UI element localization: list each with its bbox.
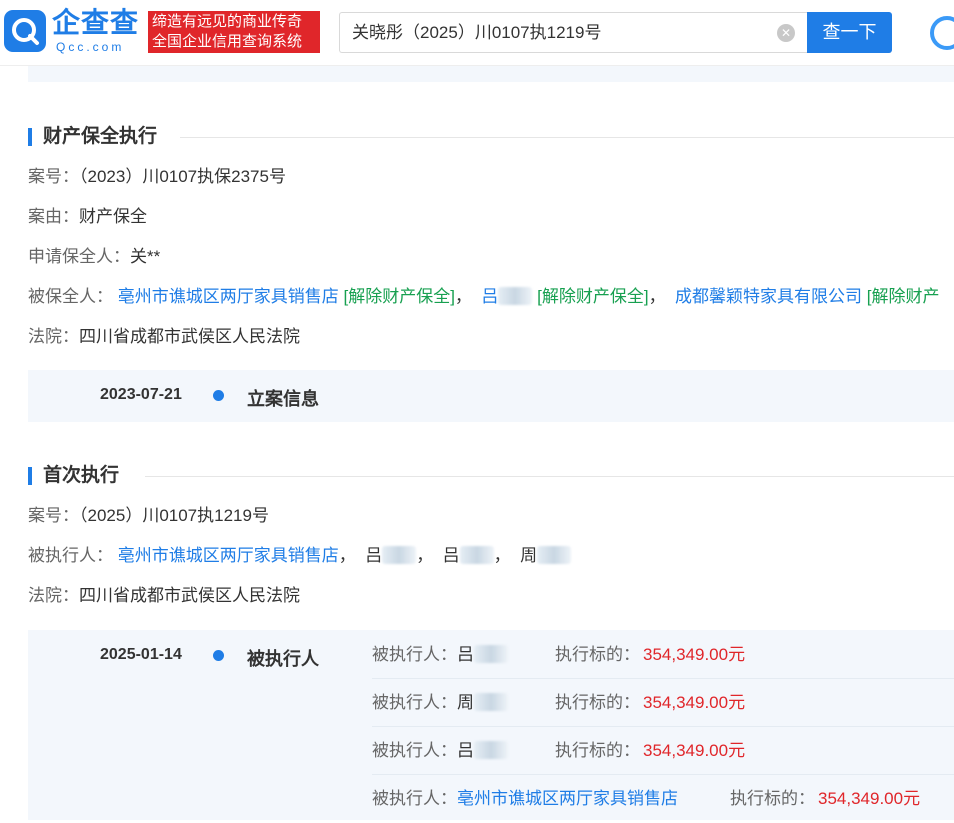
redacted-name: [498, 287, 533, 305]
redacted-name: [459, 546, 494, 564]
court-name: 四川省成都市武侯区人民法院: [79, 327, 300, 346]
slogan-line-2: 全国企业信用查询系统: [152, 33, 303, 50]
separator: ，: [454, 287, 472, 306]
executed-name: 周: [520, 546, 538, 565]
logo-subtext: Qcc.com: [56, 40, 125, 54]
amount-label: 执行标的：: [555, 693, 640, 712]
case-cause-row: 案由：财产保全: [28, 205, 147, 229]
amount-value: 354,349.00元: [818, 789, 921, 808]
amount-value: 354,349.00元: [643, 693, 746, 712]
executed-name: 周: [457, 693, 474, 712]
timeline-title: 立案信息: [247, 389, 319, 409]
case-number-label: 案号：: [28, 167, 79, 186]
amount-label: 执行标的：: [730, 789, 815, 808]
clear-icon[interactable]: ✕: [777, 24, 795, 42]
search-input[interactable]: 关晓彤（2025）川0107执1219号: [352, 13, 601, 52]
court-label: 法院：: [28, 586, 79, 605]
execution-detail-row: 被执行人：吕 执行标的： 354,349.00元: [372, 631, 954, 679]
redacted-name: [474, 645, 508, 663]
case-number: （2023）川0107执保2375号: [79, 167, 286, 186]
slogan-line-1: 缔造有远见的商业传奇: [152, 13, 303, 30]
case-cause: 财产保全: [79, 207, 147, 226]
separator: ，: [648, 287, 666, 306]
search-button[interactable]: 查一下: [807, 12, 892, 53]
case-number-label: 案号：: [28, 506, 79, 525]
previous-panel-strip: [28, 66, 954, 82]
executed-label: 被执行人：: [372, 789, 457, 808]
section-title-property-preservation: 财产保全执行: [28, 125, 157, 149]
amount-value: 354,349.00元: [643, 741, 746, 760]
amount-label: 执行标的：: [555, 645, 640, 664]
timeline-panel: 2023-07-21 立案信息: [28, 370, 954, 422]
redacted-name: [382, 546, 417, 564]
respondent-row: 被保全人： 亳州市谯城区两厅家具销售店 [解除财产保全]， 吕 [解除财产保全]…: [28, 285, 939, 309]
separator: ，: [416, 546, 434, 565]
release-tag: [解除财产保全]: [343, 287, 455, 306]
slogan-banner: 缔造有远见的商业传奇 全国企业信用查询系统: [148, 11, 320, 53]
amount-label: 执行标的：: [555, 741, 640, 760]
release-tag: [解除财产保全]: [537, 287, 649, 306]
executed-label: 被执行人：: [372, 645, 457, 664]
section-title-first-execution: 首次执行: [28, 464, 119, 488]
court-label: 法院：: [28, 327, 79, 346]
respondent-link[interactable]: 亳州市谯城区两厅家具销售店: [118, 287, 339, 306]
separator: ，: [338, 546, 356, 565]
executed-label: 被执行人：: [28, 546, 113, 565]
timeline-title: 被执行人: [247, 649, 319, 669]
respondent-name: 吕: [481, 287, 499, 306]
case-number-row: 案号：（2023）川0107执保2375号: [28, 165, 286, 189]
executed-name: 吕: [457, 741, 474, 760]
case-cause-label: 案由：: [28, 207, 79, 226]
executed-name: 吕: [365, 546, 383, 565]
respondent-label: 被保全人：: [28, 287, 113, 306]
respondent-link[interactable]: 成都馨颖特家具有限公司: [675, 287, 862, 306]
timeline-date: 2025-01-14: [100, 646, 182, 663]
executed-party[interactable]: 周: [520, 546, 572, 565]
court-row: 法院：四川省成都市武侯区人民法院: [28, 325, 300, 349]
respondent-link[interactable]: 吕: [481, 287, 533, 306]
executed-label: 被执行人：: [372, 693, 457, 712]
timeline-date: 2023-07-21: [100, 386, 182, 403]
case-number-row: 案号：（2025）川0107执1219号: [28, 504, 269, 528]
executed-party-row: 被执行人： 亳州市谯城区两厅家具销售店， 吕， 吕， 周: [28, 544, 572, 568]
executed-name: 吕: [457, 645, 474, 664]
app-logo-icon[interactable]: [930, 16, 954, 50]
court-row: 法院：四川省成都市武侯区人民法院: [28, 584, 300, 608]
timeline-dot-icon: [213, 650, 224, 661]
search-box[interactable]: 关晓彤（2025）川0107执1219号 ✕: [339, 12, 807, 53]
executed-name: 吕: [442, 546, 460, 565]
executed-label: 被执行人：: [372, 741, 457, 760]
section-divider: [145, 476, 954, 477]
redacted-name: [474, 741, 508, 759]
executed-party[interactable]: 吕: [443, 546, 494, 565]
executed-party[interactable]: 吕: [365, 546, 417, 565]
execution-detail-row: 被执行人：亳州市谯城区两厅家具销售店 执行标的： 354,349.00元: [372, 775, 954, 823]
separator: ，: [493, 546, 511, 565]
executed-party-link[interactable]: 亳州市谯城区两厅家具销售店: [457, 789, 678, 808]
applicant: 关**: [130, 247, 161, 266]
executed-party-link[interactable]: 亳州市谯城区两厅家具销售店: [118, 546, 339, 565]
execution-detail-row: 被执行人：吕 执行标的： 354,349.00元: [372, 727, 954, 775]
top-bar: 企查查 Qcc.com 缔造有远见的商业传奇 全国企业信用查询系统 关晓彤（20…: [0, 0, 954, 66]
court-name: 四川省成都市武侯区人民法院: [79, 586, 300, 605]
applicant-row: 申请保全人：关**: [28, 245, 160, 269]
section-divider: [180, 137, 954, 138]
logo-text[interactable]: 企查查: [52, 8, 139, 38]
applicant-label: 申请保全人：: [28, 247, 130, 266]
redacted-name: [474, 693, 508, 711]
qcc-logo-icon[interactable]: [4, 10, 46, 52]
release-tag: [解除财产: [866, 287, 940, 306]
timeline-dot-icon: [213, 390, 224, 401]
redacted-name: [537, 546, 572, 564]
execution-detail-row: 被执行人：周 执行标的： 354,349.00元: [372, 679, 954, 727]
case-number: （2025）川0107执1219号: [79, 506, 269, 525]
amount-value: 354,349.00元: [643, 645, 746, 664]
